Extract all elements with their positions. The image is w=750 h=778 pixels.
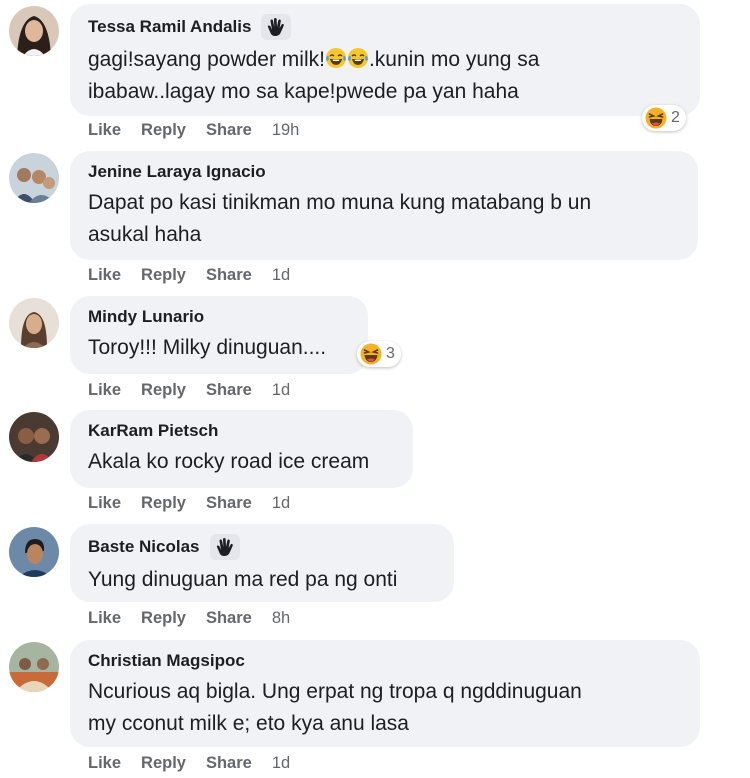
comment-actions: Like Reply Share 8h — [88, 609, 310, 628]
timestamp[interactable]: 1d — [272, 381, 290, 400]
share-button[interactable]: Share — [206, 266, 252, 285]
comment-actions: Like Reply Share 1d — [88, 754, 310, 773]
timestamp[interactable]: 1d — [272, 754, 290, 773]
like-button[interactable]: Like — [88, 121, 121, 140]
timestamp[interactable]: 1d — [272, 266, 290, 285]
comment-bubble: KarRam Pietsch Akala ko rocky road ice c… — [70, 410, 413, 488]
commenter-name[interactable]: Jenine Laraya Ignacio — [88, 161, 266, 183]
wave-icon — [261, 14, 292, 40]
comment-bubble: Tessa Ramil Andalis gagi!sayang powder m… — [70, 4, 700, 116]
reaction-summary[interactable]: 2 — [642, 105, 686, 131]
comment-text: gagi!sayang powder milk! .kunin mo yung s… — [88, 47, 540, 103]
comment-bubble: Mindy Lunario Toroy!!! Milky dinuguan...… — [70, 296, 368, 374]
timestamp[interactable]: 19h — [272, 121, 300, 140]
commenter-name[interactable]: Baste Nicolas — [88, 536, 200, 558]
reply-button[interactable]: Reply — [141, 754, 186, 773]
avatar[interactable] — [9, 6, 59, 56]
tears-of-joy-icon — [325, 47, 347, 69]
avatar[interactable] — [9, 153, 59, 203]
reply-button[interactable]: Reply — [141, 381, 186, 400]
reply-button[interactable]: Reply — [141, 121, 186, 140]
comment-bubble: Jenine Laraya Ignacio Dapat po kasi tini… — [70, 151, 698, 260]
comment-actions: Like Reply Share 1d — [88, 266, 310, 285]
share-button[interactable]: Share — [206, 609, 252, 628]
comment-text: Ncurious aq bigla. Ung erpat ng tropa q … — [88, 680, 582, 735]
commenter-name[interactable]: Mindy Lunario — [88, 306, 204, 328]
like-button[interactable]: Like — [88, 381, 121, 400]
avatar[interactable] — [9, 412, 59, 462]
avatar[interactable] — [9, 298, 59, 348]
wave-icon — [209, 534, 240, 560]
reaction-count: 2 — [671, 109, 680, 126]
comment-text: Toroy!!! Milky dinuguan.... — [88, 336, 327, 359]
share-button[interactable]: Share — [206, 381, 252, 400]
timestamp[interactable]: 1d — [272, 494, 290, 513]
commenter-name[interactable]: Christian Magsipoc — [88, 650, 245, 672]
like-button[interactable]: Like — [88, 266, 121, 285]
like-button[interactable]: Like — [88, 609, 121, 628]
reply-button[interactable]: Reply — [141, 494, 186, 513]
comment-bubble: Baste Nicolas Yung dinuguan ma red pa ng… — [70, 524, 454, 602]
reply-button[interactable]: Reply — [141, 609, 186, 628]
comment-actions: Like Reply Share 1d — [88, 494, 310, 513]
commenter-name[interactable]: Tessa Ramil Andalis — [88, 16, 251, 38]
avatar[interactable] — [9, 642, 59, 692]
tears-of-joy-icon — [347, 47, 369, 69]
reaction-count: 3 — [386, 345, 395, 362]
commenter-name[interactable]: KarRam Pietsch — [88, 420, 218, 442]
comment-actions: Like Reply Share 19h — [88, 121, 319, 140]
share-button[interactable]: Share — [206, 494, 252, 513]
comment-text: Yung dinuguan ma red pa ng onti — [88, 568, 398, 591]
comment-bubble: Christian Magsipoc Ncurious aq bigla. Un… — [70, 640, 700, 747]
reaction-summary[interactable]: 3 — [357, 341, 401, 367]
haha-reaction-icon — [360, 343, 382, 365]
avatar[interactable] — [9, 527, 59, 577]
comment-text: Dapat po kasi tinikman mo muna kung mata… — [88, 191, 592, 246]
timestamp[interactable]: 8h — [272, 609, 290, 628]
share-button[interactable]: Share — [206, 754, 252, 773]
share-button[interactable]: Share — [206, 121, 252, 140]
reply-button[interactable]: Reply — [141, 266, 186, 285]
haha-reaction-icon — [645, 107, 667, 129]
like-button[interactable]: Like — [88, 754, 121, 773]
comment-text: Akala ko rocky road ice cream — [88, 450, 370, 473]
like-button[interactable]: Like — [88, 494, 121, 513]
comment-actions: Like Reply Share 1d — [88, 381, 310, 400]
